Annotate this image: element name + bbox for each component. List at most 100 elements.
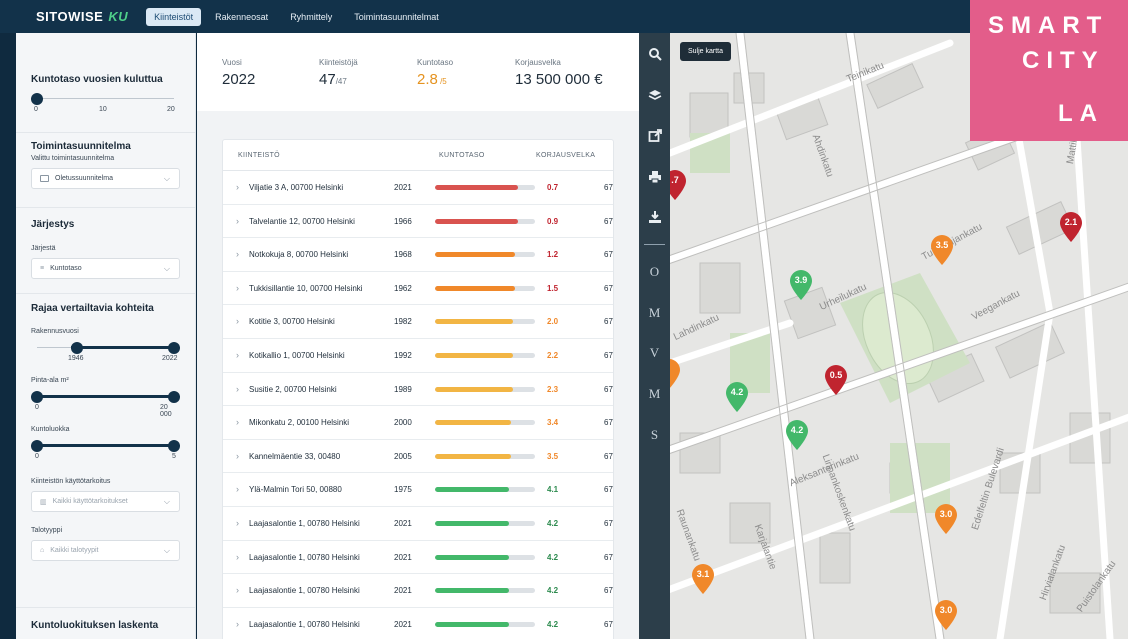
action-plan-section: Toimintasuunnitelma Valittu toimintasuun…: [16, 133, 195, 208]
map-marker[interactable]: 2.1: [1058, 211, 1084, 243]
condition-score: 3.4: [547, 418, 559, 428]
chevron-right-icon[interactable]: ›: [236, 619, 239, 629]
map-marker[interactable]: 3.5: [929, 234, 955, 266]
brand-name: SITOWISE: [36, 9, 104, 24]
table-row[interactable]: › Laajasalontie 1, 00780 Helsinki 2021 4.2 6…: [223, 541, 613, 575]
toolbar-letter[interactable]: V: [639, 345, 670, 361]
chevron-right-icon[interactable]: ›: [236, 417, 239, 427]
chevron-right-icon[interactable]: ›: [236, 451, 239, 461]
condition-score: 4.2: [547, 518, 559, 528]
tab-ryhmittely[interactable]: Ryhmittely: [282, 8, 340, 26]
chevron-right-icon[interactable]: ›: [236, 585, 239, 595]
calendar-icon: [40, 175, 49, 182]
years-slider[interactable]: [31, 92, 180, 106]
stat-repair-debt-label: Korjausvelka: [515, 58, 561, 67]
table-row[interactable]: › Ylä-Malmin Tori 50, 00880 1975 4.1 67: [223, 473, 613, 507]
area-max-handle[interactable]: [168, 391, 180, 403]
marker-pin-icon: [931, 235, 953, 265]
column-header-condition[interactable]: KUNTOTASO: [439, 152, 485, 159]
map-marker[interactable]: 3.0: [933, 599, 959, 631]
map-marker[interactable]: 3.0: [933, 503, 959, 535]
table-row[interactable]: › Kotikallio 1, 00700 Helsinki 1992 2.2 67: [223, 339, 613, 373]
condition-score: 4.2: [547, 619, 559, 629]
condition-class-max-label: 5: [172, 453, 176, 460]
table-row[interactable]: › Viljatie 3 A, 00700 Helsinki 2021 0.7 67: [223, 171, 613, 205]
map-marker[interactable]: 3.9: [788, 269, 814, 301]
table-row[interactable]: › Kannelmäentie 33, 00480 2005 3.5 67: [223, 440, 613, 474]
build-year-max-handle[interactable]: [168, 342, 180, 354]
table-row[interactable]: › Tukkisillantie 10, 00700 Helsinki 1962 1.…: [223, 272, 613, 306]
table-row[interactable]: › Laajasalontie 1, 00780 Helsinki 2021 4.2 6…: [223, 608, 613, 639]
table-row[interactable]: › Laajasalontie 1, 00780 Helsinki 2021 4.2 6…: [223, 507, 613, 541]
chevron-right-icon[interactable]: ›: [236, 182, 239, 192]
usage-select[interactable]: ▥ Kaikki käyttötarkoitukset ⌵: [31, 491, 180, 512]
download-icon[interactable]: [639, 210, 670, 227]
condition-class-min-handle[interactable]: [31, 440, 43, 452]
calculation-title[interactable]: Kuntoluokituksen laskenta: [31, 620, 180, 631]
marker-label: 4.2: [790, 425, 804, 435]
toolbar-letter[interactable]: S: [639, 427, 670, 443]
years-slider-handle[interactable]: [31, 93, 43, 105]
chevron-right-icon[interactable]: ›: [236, 216, 239, 226]
tab-rakenneosat[interactable]: Rakenneosat: [207, 8, 276, 26]
chevron-right-icon[interactable]: ›: [236, 316, 239, 326]
stat-condition-value: 2.8: [417, 71, 438, 88]
table-row[interactable]: › Mikonkatu 2, 00100 Helsinki 2000 3.4 67: [223, 406, 613, 440]
column-header-property[interactable]: KIINTEISTÖ: [238, 152, 280, 159]
chevron-right-icon[interactable]: ›: [236, 384, 239, 394]
property-year: 2000: [394, 418, 412, 428]
condition-score: 0.7: [547, 183, 559, 192]
brand-logo[interactable]: SITOWISE KU: [36, 9, 128, 24]
print-icon[interactable]: [639, 170, 670, 187]
table-row[interactable]: › Laajasalontie 1, 00780 Helsinki 2021 4.2 6…: [223, 574, 613, 608]
chevron-right-icon[interactable]: ›: [236, 350, 239, 360]
marker-pin-icon: [726, 382, 748, 412]
toolbar-letter[interactable]: O: [639, 264, 670, 280]
tab-toimintasuunnitelmat[interactable]: Toimintasuunnitelmat: [346, 8, 447, 26]
build-year-min-handle[interactable]: [71, 342, 83, 354]
area-min-handle[interactable]: [31, 391, 43, 403]
map-marker[interactable]: 4.2: [724, 381, 750, 413]
layers-icon[interactable]: [639, 88, 670, 105]
condition-score: 1.5: [547, 283, 559, 293]
chevron-right-icon[interactable]: ›: [236, 249, 239, 259]
tab-kiinteistot[interactable]: Kiinteistöt: [146, 7, 202, 26]
build-year-slider[interactable]: [31, 341, 180, 355]
map-marker[interactable]: 3.1: [690, 563, 716, 595]
map-marker[interactable]: [670, 358, 682, 390]
stat-year: Vuosi 2022: [222, 58, 319, 111]
map-marker[interactable]: .7: [670, 169, 688, 201]
property-address: Laajasalontie 1, 00780 Helsinki: [249, 586, 360, 596]
repair-debt: 67: [604, 384, 613, 394]
condition-over-time-section: Kuntotaso vuosien kuluttua 0 10 20: [16, 33, 195, 133]
table-row[interactable]: › Susitie 2, 00700 Helsinki 1989 2.3 67: [223, 373, 613, 407]
ordering-select[interactable]: ≡ Kuntotaso ⌵: [31, 258, 180, 279]
chevron-right-icon[interactable]: ›: [236, 283, 239, 293]
chevron-right-icon[interactable]: ›: [236, 484, 239, 494]
area-slider[interactable]: [31, 390, 180, 404]
share-icon[interactable]: [639, 129, 670, 146]
table-row[interactable]: › Talvelantie 12, 00700 Helsinki 1966 0.9 67: [223, 205, 613, 239]
condition-class-max-handle[interactable]: [168, 440, 180, 452]
search-icon[interactable]: [639, 47, 670, 64]
action-plan-select[interactable]: Oletussuunnitelma ⌵: [31, 168, 180, 189]
map-marker[interactable]: 4.2: [784, 419, 810, 451]
logo-line: LA: [1058, 100, 1104, 127]
stat-properties: Kiinteistöjä 47/47: [319, 58, 417, 111]
logo-line: CITY: [1022, 47, 1105, 74]
map-marker[interactable]: 0.5: [823, 364, 849, 396]
toolbar-letter[interactable]: M: [639, 386, 670, 402]
stat-year-label: Vuosi: [222, 58, 242, 67]
property-year: 2021: [394, 586, 412, 596]
table-row[interactable]: › Kotitie 3, 00700 Helsinki 1982 2.0 67: [223, 305, 613, 339]
column-header-debt[interactable]: KORJAUSVELKA: [536, 152, 595, 159]
condition-bar-fill: [435, 185, 518, 190]
chevron-right-icon[interactable]: ›: [236, 518, 239, 528]
house-type-select[interactable]: ⌂ Kaikki talotyypit ⌵: [31, 540, 180, 561]
property-address: Mikonkatu 2, 00100 Helsinki: [249, 418, 350, 428]
close-map-button[interactable]: Sulje kartta: [680, 42, 732, 61]
table-row[interactable]: › Notkokuja 8, 00700 Helsinki 1968 1.2 67: [223, 238, 613, 272]
toolbar-letter[interactable]: M: [639, 305, 670, 321]
chevron-right-icon[interactable]: ›: [236, 552, 239, 562]
condition-class-slider[interactable]: [31, 439, 180, 453]
